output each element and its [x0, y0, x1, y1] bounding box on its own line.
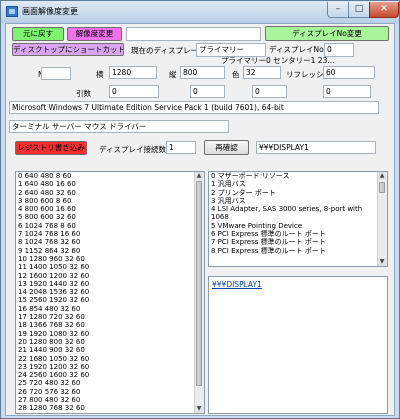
mode-list-item[interactable]: 13 1920 1440 32 60	[16, 280, 204, 288]
mode-list-item[interactable]: 21 1440 900 32 60	[16, 346, 204, 354]
width-label: 横	[96, 70, 104, 79]
modes-scroll-down-arrow[interactable]: ▼	[195, 405, 203, 413]
display-link[interactable]: ¥¥¥DISPLAY1	[212, 280, 262, 289]
devices-scroll-up-arrow[interactable]: ▲	[378, 172, 386, 180]
mode-list-item[interactable]: 4 800 600 16 60	[16, 205, 204, 213]
mode-list-item[interactable]: 25 720 480 32 60	[16, 379, 204, 387]
change-resolution-button[interactable]: 解像度変更	[67, 27, 122, 41]
width-field[interactable]: 1280	[109, 66, 157, 79]
devices-list: 0 マザーボード リソース 1 汎用バス 2 プリンター ポート 3 汎用バス 4 LS…	[209, 172, 387, 255]
mode-list-item[interactable]: 18 1366 768 32 60	[16, 321, 204, 329]
device-list-item[interactable]: 4 LSI Adapter, SAS 3000 series, 8-port w…	[209, 205, 387, 213]
registry-write-button[interactable]: レジストリ書き込み	[15, 141, 87, 155]
device-list-item[interactable]: 5 VMware Pointing Device	[209, 222, 387, 230]
height-label: 縦	[169, 70, 177, 79]
mode-list-item[interactable]: 14 2048 1536 32 60	[16, 288, 204, 296]
restore-button[interactable]: 元に戻す	[12, 27, 64, 41]
device-list-item[interactable]: 7 PCI Express 標準のルート ポート	[209, 238, 387, 246]
display-link-box: ¥¥¥DISPLAY1	[208, 276, 388, 414]
mode-list-item[interactable]: 19 1920 1080 32 60	[16, 330, 204, 338]
close-button[interactable]: ✕	[369, 2, 399, 18]
device-list-item[interactable]: 3 汎用バス	[209, 197, 387, 205]
modes-scroll-thumb[interactable]	[196, 181, 202, 386]
display-no-change-button[interactable]: ディスプレイNo変更	[265, 26, 389, 41]
mode-list-item[interactable]: 3 800 600 8 60	[16, 197, 204, 205]
mode-list-item[interactable]: 28 1280 768 32 60	[16, 404, 204, 412]
device-list-item[interactable]: 1 汎用バス	[209, 180, 387, 188]
devices-scroll-thumb[interactable]	[379, 182, 385, 193]
mode-list-item[interactable]: 1 640 480 16 60	[16, 180, 204, 188]
mode-list-item[interactable]: 2 640 480 32 60	[16, 189, 204, 197]
devices-listbox[interactable]: 0 マザーボード リソース 1 汎用バス 2 プリンター ポート 3 汎用バス 4 LS…	[208, 171, 388, 267]
primary-center-note: プライマリー0 センタリー1 23...	[221, 56, 335, 65]
argument-label: 引数	[76, 89, 91, 98]
mode-list-item[interactable]: 16 854 480 32 60	[16, 305, 204, 313]
window-title: 画面解像度変更	[22, 7, 78, 16]
devices-scroll-down-arrow[interactable]: ▼	[378, 258, 386, 266]
color-field[interactable]: 32	[243, 66, 281, 79]
mode-list-item[interactable]: 26 720 576 32 60	[16, 388, 204, 396]
mode-list-item[interactable]: 12 1600 1200 32 60	[16, 272, 204, 280]
display-path-field[interactable]: ¥¥¥DISPLAY1	[256, 141, 376, 154]
os-info-field[interactable]: Microsoft Windows 7 Ultimate Edition Ser…	[9, 101, 379, 114]
mode-list-item[interactable]: 17 1280 720 32 60	[16, 313, 204, 321]
argument-field-1[interactable]: 0	[109, 85, 159, 98]
mode-list-item[interactable]: 5 800 600 32 60	[16, 213, 204, 221]
modes-scrollbar[interactable]: ▲ ▼	[194, 172, 204, 413]
mode-list-item[interactable]: 8 1024 768 32 60	[16, 238, 204, 246]
argument-field-4[interactable]: 0	[323, 85, 371, 98]
minimize-button[interactable]: –	[327, 2, 349, 18]
mode-list-item[interactable]: 10 1280 960 32 60	[16, 255, 204, 263]
drivers-field[interactable]: ターミナル サーバー マウス ドライバー	[9, 120, 229, 133]
mode-list-item[interactable]: 0 640 480 8 60	[16, 172, 204, 180]
display-count-field[interactable]: 1	[166, 141, 196, 154]
maximize-button[interactable]: □	[348, 2, 370, 18]
device-list-item[interactable]: 2 プリンター ポート	[209, 189, 387, 197]
main-panel: 元に戻す 解像度変更 ディスプレイNo変更 ディスクトップにショートカットを作る…	[5, 23, 395, 416]
mode-list-item[interactable]: 27 800 480 32 60	[16, 396, 204, 404]
modes-scroll-up-arrow[interactable]: ▲	[195, 172, 203, 180]
top-blank-field[interactable]	[126, 27, 261, 41]
height-field[interactable]: 800	[180, 66, 225, 79]
mode-list-item[interactable]: 20 1280 800 32 60	[16, 338, 204, 346]
device-list-item[interactable]: 1068	[209, 213, 387, 221]
recheck-button[interactable]: 再確認	[204, 140, 249, 155]
mode-list-item[interactable]: 7 1024 768 16 60	[16, 230, 204, 238]
color-label: 色	[232, 70, 240, 79]
display-no-label: ディスプレイNo	[269, 45, 324, 54]
no-field[interactable]	[41, 67, 71, 80]
mode-list-item[interactable]: 23 1920 1200 32 60	[16, 363, 204, 371]
modes-list: 0 640 480 8 60 1 640 480 16 60 2 640 480 3…	[16, 172, 204, 413]
mode-list-item[interactable]: 6 1024 768 8 60	[16, 222, 204, 230]
mode-list-item[interactable]: 15 2560 1920 32 60	[16, 296, 204, 304]
argument-field-3[interactable]: 0	[252, 85, 287, 98]
app-icon	[6, 6, 18, 17]
mode-list-item[interactable]: 9 1152 864 32 60	[16, 247, 204, 255]
display-count-label: ディスプレイ接続数	[99, 145, 166, 154]
mode-list-item[interactable]: 22 1680 1050 32 60	[16, 355, 204, 363]
create-shortcut-button[interactable]: ディスクトップにショートカットを作る	[12, 43, 124, 56]
modes-listbox[interactable]: 0 640 480 8 60 1 640 480 16 60 2 640 480 3…	[15, 171, 205, 414]
current-display-label: 現在のディスプレーは	[131, 46, 206, 55]
argument-field-2[interactable]: 0	[190, 85, 225, 98]
mode-list-item[interactable]: 11 1400 1050 32 60	[16, 263, 204, 271]
mode-list-item[interactable]: 24 2560 1600 32 60	[16, 371, 204, 379]
title-bar[interactable]: 画面解像度変更 – □ ✕	[1, 1, 399, 23]
refresh-field[interactable]: 60	[323, 66, 375, 79]
device-list-item[interactable]: 8 PCI Express 標準のルート ポート	[209, 247, 387, 255]
app-window: 画面解像度変更 – □ ✕ 元に戻す 解像度変更 ディスプレイNo変更 ディスク…	[0, 0, 400, 419]
devices-scrollbar[interactable]: ▲ ▼	[377, 172, 387, 266]
